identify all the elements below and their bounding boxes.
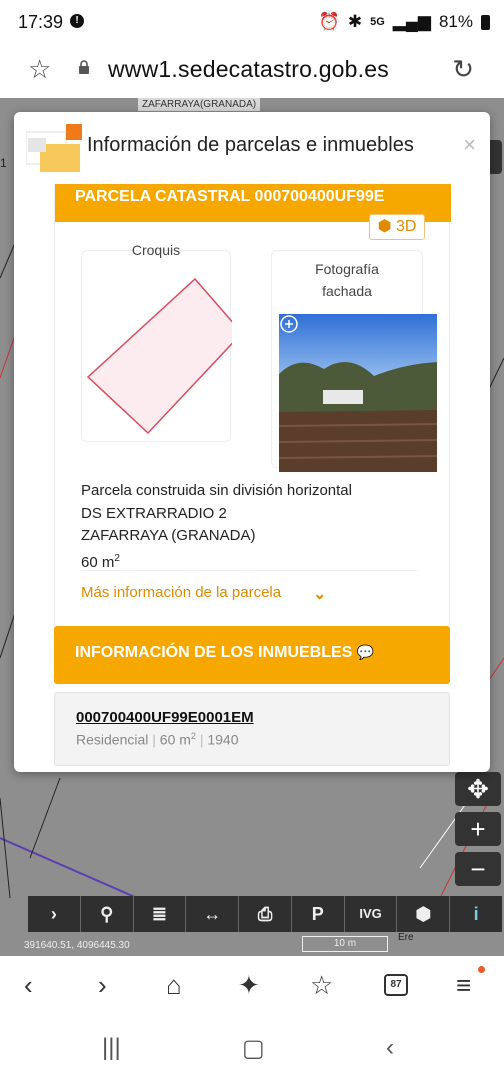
status-bar: 17:39 ! ⏰ ✱ 5G ▂▄▆ 81% (0, 0, 504, 44)
system-back-icon[interactable]: ‹ (386, 1034, 394, 1062)
bookmarks-icon[interactable]: ☆ (310, 970, 333, 1001)
facade-photo-image (279, 314, 437, 472)
recents-icon[interactable]: ||| (102, 1034, 121, 1062)
reload-icon[interactable]: ↻ (452, 54, 474, 85)
alarm-icon: ⏰ (318, 12, 340, 31)
map-coordinates: 391640.51, 4096445.30 (24, 940, 130, 951)
inmueble-superficie-exp: 2 (190, 731, 196, 741)
toolbar-expand-icon[interactable]: › (28, 896, 81, 932)
fachada-label-line2: fachada (322, 283, 372, 299)
inmueble-uso: Residencial (76, 731, 149, 748)
more-info-link[interactable]: Más información de la parcela (81, 584, 281, 601)
toolbar-3d-icon[interactable]: ⬢ (397, 896, 451, 932)
forward-icon[interactable]: › (98, 970, 107, 1001)
croquis-label: Croquis (131, 242, 181, 258)
browser-nav-bar: ‹ › ⌂ ✦ ☆ 87 ≡ (0, 956, 504, 1018)
network-label: 5G (370, 16, 385, 28)
back-icon[interactable]: ‹ (24, 970, 33, 1001)
close-icon[interactable]: × (463, 132, 476, 158)
sparkle-icon[interactable]: ✦ (238, 970, 260, 1001)
signal-icon: ▂▄▆ (392, 12, 431, 31)
map-place-label: ZAFARRAYA(GRANADA) (138, 98, 261, 111)
inmuebles-title: INFORMACIÓN DE LOS INMUEBLES (75, 644, 353, 661)
superficie-value: 60 m (81, 553, 115, 571)
chat-bubble-icon: 💬 (356, 644, 375, 660)
menu-badge (478, 966, 485, 973)
toolbar-parcel-icon[interactable]: P (292, 896, 345, 932)
home-button-icon[interactable]: ▢ (242, 1034, 265, 1063)
toolbar-ivg-button[interactable]: IVG (345, 896, 398, 932)
battery-percent: 81% (438, 12, 473, 31)
map-scale-end: Ere (398, 932, 414, 943)
lock-icon (79, 60, 89, 74)
parcel-info-dialog: Información de parcelas e inmuebles × PA… (14, 112, 490, 772)
tabs-count-icon[interactable]: 87 (384, 974, 408, 996)
bluetooth-icon: ✱ (347, 12, 363, 31)
parcela-panel: PARCELA CATASTRAL 000700400UF99E ⬢ 3D Cr… (54, 184, 451, 632)
toolbar-info-icon[interactable]: i (450, 896, 502, 932)
fachada-label-line1: Fotografía (315, 261, 379, 277)
url-bar: ☆ www1.sedecatastro.gob.es ↻ (0, 44, 504, 98)
system-nav-bar: ||| ▢ ‹ (0, 1018, 504, 1080)
status-time: 17:39 (18, 12, 64, 32)
battery-icon (481, 14, 490, 30)
divider (81, 570, 417, 571)
parcela-tipo: Parcela construida sin división horizont… (81, 482, 352, 499)
inmueble-item[interactable]: 000700400UF99E0001EM Residencial | 60 m2… (54, 692, 450, 766)
dialog-title: Información de parcelas e inmuebles (87, 134, 414, 156)
view-3d-button[interactable]: ⬢ 3D (369, 214, 425, 240)
inmueble-anio: 1940 (207, 731, 239, 748)
cubes-icon: ⬢ (377, 218, 392, 235)
view-3d-label: 3D (395, 218, 417, 235)
inmueble-meta: Residencial | 60 m2 | 1940 (76, 731, 239, 748)
inmueble-superficie: 60 m (159, 731, 191, 748)
toolbar-layers-icon[interactable]: ≣ (134, 896, 187, 932)
url-text[interactable]: www1.sedecatastro.gob.es (108, 56, 389, 83)
facade-photo[interactable] (279, 314, 437, 472)
zoom-in-button[interactable]: + (455, 812, 501, 846)
fachada-label: Fotografía fachada (271, 258, 423, 302)
meta-separator: | (152, 731, 160, 748)
parcela-details: Parcela construida sin división horizont… (81, 480, 352, 574)
chevron-down-icon[interactable]: ⌄ (313, 584, 326, 604)
toolbar-print-icon[interactable]: ⎙ (239, 896, 292, 932)
superficie-exp: 2 (114, 552, 120, 564)
inmueble-ref-link[interactable]: 000700400UF99E0001EM (76, 709, 254, 726)
map-scale: 10 m (302, 936, 388, 952)
status-right: ⏰ ✱ 5G ▂▄▆ 81% (319, 12, 490, 32)
locate-icon[interactable]: ✥ (455, 772, 501, 806)
croquis-card[interactable] (81, 250, 244, 442)
map-side-number: 1 (0, 156, 7, 170)
toolbar-measure-icon[interactable]: ↔ (186, 896, 240, 932)
inmuebles-header: INFORMACIÓN DE LOS INMUEBLES 💬 (54, 626, 450, 684)
parcel-sketch (86, 277, 244, 435)
toolbar-search-icon[interactable]: ⚲ (81, 896, 134, 932)
catastro-logo-icon (26, 124, 82, 172)
zoom-out-button[interactable]: − (455, 852, 501, 886)
parcela-direccion: DS EXTRARRADIO 2 (81, 504, 227, 522)
notification-icon: ! (70, 14, 84, 28)
bookmark-star-icon[interactable]: ☆ (28, 54, 51, 85)
menu-icon[interactable]: ≡ (456, 970, 471, 1001)
map-toolbar: › ⚲ ≣ ↔ ⎙ P IVG ⬢ i (28, 896, 502, 932)
home-icon[interactable]: ⌂ (166, 970, 182, 1001)
parcela-municipio: ZAFARRAYA (GRANADA) (81, 527, 256, 544)
